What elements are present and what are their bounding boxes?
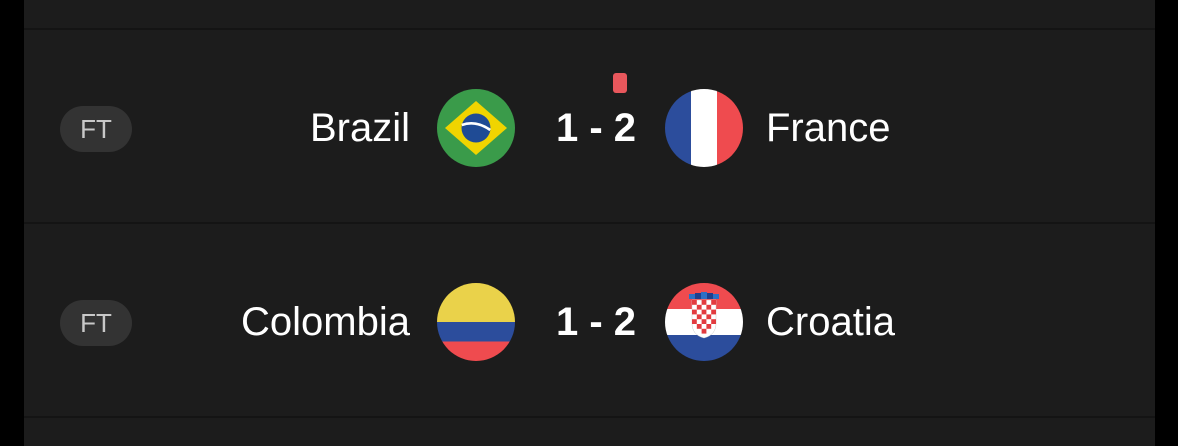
home-team-name: Brazil [309,106,410,150]
match-score: 1 - 2 [555,106,637,150]
away-team-name: France [766,106,891,150]
colombia-flag-icon [437,283,515,361]
row-divider [24,416,1155,418]
away-team-name: Croatia [766,300,895,344]
match-status-badge: FT [60,300,132,346]
match-status-badge: FT [60,106,132,152]
match-score: 1 - 2 [555,300,637,344]
match-row-colombia-croatia[interactable]: FT Colombia 1 - 2 Croatia [24,224,1155,416]
france-flag-icon [665,89,743,167]
brazil-flag-icon [437,89,515,167]
match-row-brazil-france[interactable]: FT Brazil 1 - 2 France [24,30,1155,222]
home-team-name: Colombia [241,300,410,344]
croatia-flag-icon [665,283,743,361]
match-list: FT Brazil 1 - 2 France FT Colombia 1 - 2… [24,0,1155,446]
red-card-icon [613,73,627,93]
